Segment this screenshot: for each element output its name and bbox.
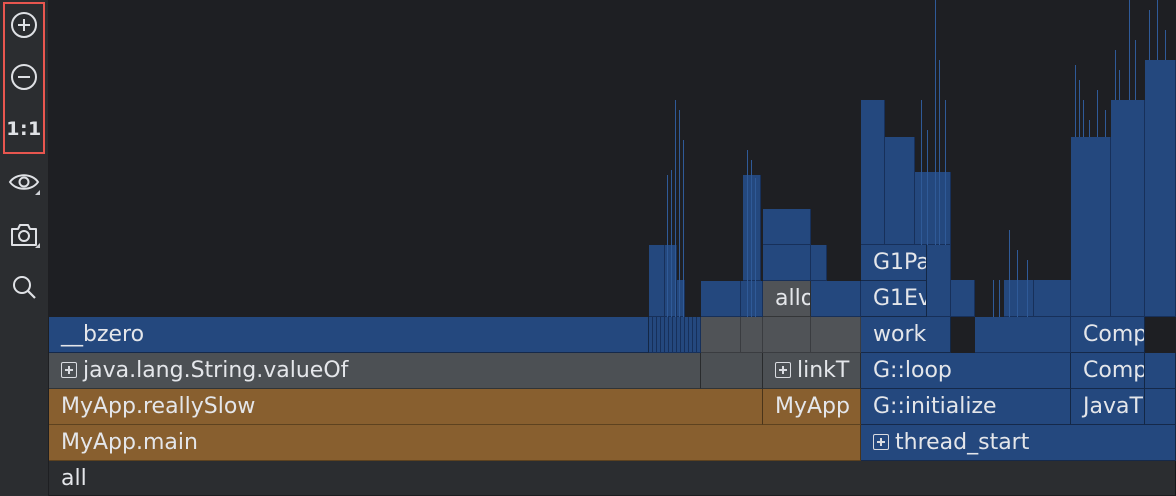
flame-spike bbox=[993, 280, 994, 317]
frame-unnamed[interactable] bbox=[1145, 389, 1176, 425]
flame-frame-small[interactable] bbox=[649, 245, 665, 317]
flame-frame-small[interactable] bbox=[811, 317, 861, 353]
flame-frame-small[interactable] bbox=[763, 317, 811, 353]
frame-thread-start[interactable]: thread_start bbox=[861, 425, 1176, 461]
flame-spike bbox=[1129, 0, 1130, 100]
frame-string-valueof[interactable]: java.lang.String.valueOf bbox=[49, 353, 701, 389]
zoom-out-icon bbox=[11, 64, 37, 90]
frame-work[interactable]: work bbox=[861, 317, 951, 353]
flame-spike bbox=[935, 0, 936, 245]
flame-spike bbox=[675, 100, 676, 317]
frame-myapp-reallyslow[interactable]: MyApp.reallySlow bbox=[49, 389, 763, 425]
frame-allo[interactable]: allo bbox=[763, 281, 811, 317]
flame-frame-small[interactable] bbox=[741, 281, 763, 317]
frame-myapp-main[interactable]: MyApp.main bbox=[49, 425, 861, 461]
flame-spike bbox=[1157, 0, 1158, 60]
flame-frame-small[interactable] bbox=[743, 175, 761, 281]
expand-icon[interactable] bbox=[61, 362, 77, 378]
flame-frame-small[interactable] bbox=[741, 317, 763, 353]
frame-g1pa[interactable]: G1Pa bbox=[861, 245, 927, 281]
reset-zoom-button[interactable]: 1:1 bbox=[0, 104, 48, 154]
flame-frame-small[interactable] bbox=[861, 100, 885, 245]
flame-spike bbox=[1135, 40, 1136, 100]
search-button[interactable] bbox=[0, 262, 48, 312]
zoom-in-icon bbox=[11, 12, 37, 38]
snapshot-button[interactable] bbox=[0, 210, 48, 260]
frame-myapp-truncated[interactable]: MyApp bbox=[763, 389, 861, 425]
flame-spike bbox=[1165, 30, 1166, 60]
flame-spike bbox=[683, 140, 684, 317]
flame-spike bbox=[999, 280, 1000, 317]
flame-spike bbox=[939, 60, 940, 245]
frame-g-loop[interactable]: G::loop bbox=[861, 353, 1071, 389]
flame-frame-small[interactable] bbox=[1034, 280, 1071, 317]
flame-spike bbox=[1097, 90, 1098, 137]
flame-graph-toolbar: 1:1 bbox=[0, 0, 49, 496]
frame-comp[interactable]: Comp bbox=[1071, 353, 1145, 389]
flame-spike bbox=[1009, 230, 1010, 317]
flame-frame-small[interactable] bbox=[927, 245, 951, 317]
frame-all[interactable]: all bbox=[49, 461, 1176, 496]
flame-spike bbox=[1083, 100, 1084, 137]
flame-frame-small[interactable] bbox=[811, 245, 827, 281]
flame-spike bbox=[1115, 50, 1116, 100]
flame-frame-small[interactable] bbox=[885, 137, 915, 245]
flame-frame-small[interactable] bbox=[1145, 60, 1176, 317]
reset-zoom-label: 1:1 bbox=[6, 118, 42, 140]
dropdown-caret-icon bbox=[35, 190, 40, 195]
zoom-in-button[interactable] bbox=[0, 0, 48, 50]
frame-jdk-unnamed[interactable] bbox=[701, 353, 763, 389]
flame-spike bbox=[1089, 120, 1090, 137]
flame-spike bbox=[1017, 250, 1018, 317]
flame-spike bbox=[921, 100, 922, 245]
flame-spike bbox=[1079, 80, 1080, 137]
flame-frame-small[interactable] bbox=[697, 317, 701, 353]
visibility-button[interactable] bbox=[0, 157, 48, 207]
flame-spike bbox=[1027, 260, 1028, 317]
search-icon bbox=[13, 276, 36, 299]
flame-spike bbox=[1119, 70, 1120, 100]
flame-frame-small[interactable] bbox=[701, 281, 741, 317]
dropdown-caret-icon bbox=[35, 243, 40, 248]
flame-spike bbox=[1105, 110, 1106, 137]
flame-graph: all MyApp.main thread_start MyApp.really… bbox=[49, 0, 1176, 496]
flame-spike bbox=[667, 175, 668, 317]
flame-spike bbox=[755, 178, 756, 317]
flame-spike bbox=[747, 150, 748, 317]
expand-icon[interactable] bbox=[775, 362, 791, 378]
flame-frame-small[interactable] bbox=[701, 317, 741, 353]
flame-frame-small[interactable] bbox=[1071, 137, 1111, 317]
flame-frame-small[interactable] bbox=[763, 209, 811, 245]
frame-unnamed[interactable] bbox=[1145, 353, 1176, 389]
flame-frame-small[interactable] bbox=[1111, 100, 1145, 317]
flame-spike bbox=[671, 170, 672, 317]
frame-bzero[interactable]: __bzero bbox=[49, 317, 649, 353]
frame-g1ev[interactable]: G1Ev bbox=[861, 281, 927, 317]
frame-linkt[interactable]: linkT bbox=[763, 353, 861, 389]
flame-frame-small[interactable] bbox=[951, 280, 975, 317]
flame-frame-small[interactable] bbox=[811, 281, 861, 317]
flame-spike bbox=[679, 110, 680, 317]
frame-comp[interactable]: Comp bbox=[1071, 317, 1145, 353]
flame-spike bbox=[1075, 65, 1076, 137]
flame-spike bbox=[927, 130, 928, 245]
frame-g-initialize[interactable]: G::initialize bbox=[861, 389, 1071, 425]
expand-icon[interactable] bbox=[873, 434, 889, 450]
flame-spike bbox=[945, 100, 946, 245]
flame-frame-small[interactable] bbox=[763, 245, 811, 281]
flame-spike bbox=[1149, 10, 1150, 60]
frame-javat[interactable]: JavaT bbox=[1071, 389, 1145, 425]
flame-frame-small[interactable] bbox=[975, 317, 1071, 353]
zoom-out-button[interactable] bbox=[0, 52, 48, 102]
flame-spike bbox=[751, 160, 752, 317]
